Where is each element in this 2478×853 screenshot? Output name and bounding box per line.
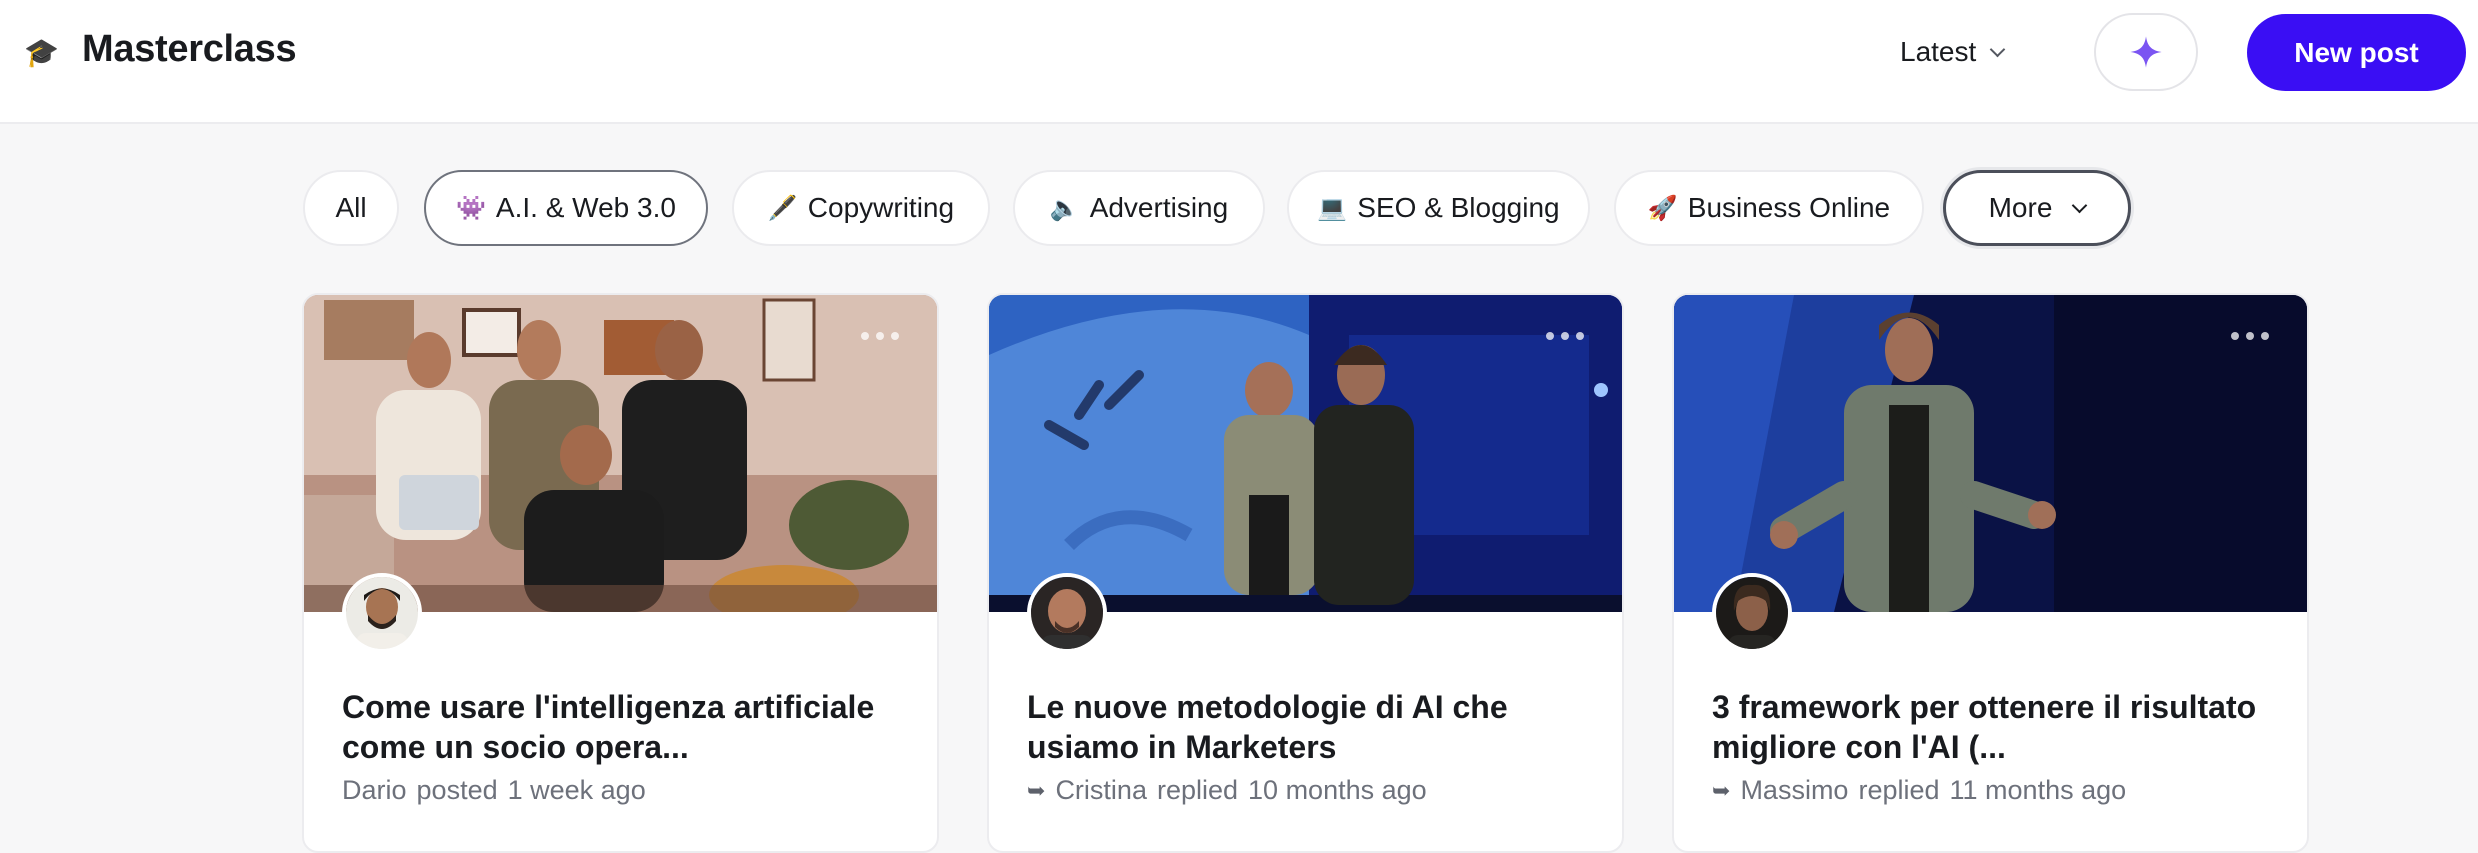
post-action: posted (416, 775, 498, 805)
post-card[interactable]: 3 framework per ottenere il risultato mi… (1672, 293, 2309, 853)
post-cover-image (1674, 295, 2307, 612)
post-author[interactable]: Dario (342, 775, 407, 806)
chip-label: All (335, 192, 367, 223)
post-time: 10 months ago (1248, 775, 1427, 805)
filter-chip-business-online[interactable]: 🚀 Business Online (1614, 170, 1924, 246)
speaker-icon: 🔈 (1049, 194, 1080, 222)
author-avatar[interactable] (342, 573, 422, 653)
post-time: 1 week ago (507, 775, 646, 805)
filter-chip-seo-blogging[interactable]: 💻 SEO & Blogging (1287, 170, 1590, 246)
reply-arrow-icon: ➥ (1712, 777, 1731, 803)
reply-arrow-icon: ➥ (1027, 777, 1046, 803)
chip-label: SEO & Blogging (1357, 192, 1560, 223)
post-title[interactable]: Come usare l'intelligenza artificiale co… (342, 687, 902, 767)
post-cover-image (989, 295, 1622, 612)
post-action: replied (1156, 775, 1239, 805)
post-title[interactable]: 3 framework per ottenere il risultato mi… (1712, 687, 2272, 767)
post-meta: Dario posted 1 week ago (342, 775, 646, 806)
post-title[interactable]: Le nuove metodologie di AI che usiamo in… (1027, 687, 1587, 767)
post-author[interactable]: Massimo (1740, 775, 1848, 806)
laptop-icon: 💻 (1317, 194, 1348, 222)
filter-more-dropdown[interactable]: More (1943, 170, 2131, 246)
chip-label: Advertising (1089, 192, 1229, 223)
chip-label: Business Online (1687, 192, 1891, 223)
post-meta: ➥ Cristina replied 10 months ago (1027, 775, 1427, 806)
post-time: 11 months ago (1949, 775, 2127, 805)
post-options-menu[interactable] (861, 329, 911, 343)
post-author[interactable]: Cristina (1055, 775, 1147, 806)
author-avatar[interactable] (1712, 573, 1792, 653)
pen-icon: 🖋️ (767, 194, 798, 222)
post-options-menu[interactable] (2231, 329, 2281, 343)
filter-chip-ai-web3[interactable]: 👾 A.I. & Web 3.0 (424, 170, 708, 246)
rocket-icon: 🚀 (1647, 194, 1678, 222)
post-meta: ➥ Massimo replied 11 months ago (1712, 775, 2126, 806)
chip-label: More (1988, 192, 2053, 223)
new-post-button[interactable]: New post (2247, 14, 2466, 91)
ai-assistant-button[interactable] (2094, 13, 2198, 91)
community-title[interactable]: Masterclass (82, 28, 297, 71)
chevron-down-icon (2072, 197, 2088, 213)
sort-dropdown-label: Latest (1900, 36, 1977, 67)
chevron-down-icon (1990, 41, 2006, 57)
graduation-cap-icon: 🎓 (24, 37, 59, 68)
filter-chip-all[interactable]: All (303, 170, 399, 246)
chip-label: Copywriting (807, 192, 955, 223)
top-bar: 🎓 Masterclass Latest New post (0, 0, 2478, 124)
alien-monster-icon: 👾 (456, 194, 486, 222)
post-card[interactable]: Come usare l'intelligenza artificiale co… (302, 293, 939, 853)
post-card[interactable]: Le nuove metodologie di AI che usiamo in… (987, 293, 1624, 853)
post-action: replied (1858, 775, 1940, 805)
filter-chip-advertising[interactable]: 🔈 Advertising (1013, 170, 1265, 246)
post-cover-image (304, 295, 937, 612)
post-options-menu[interactable] (1546, 329, 1596, 343)
filter-chip-copywriting[interactable]: 🖋️ Copywriting (732, 170, 990, 246)
author-avatar[interactable] (1027, 573, 1107, 653)
chip-label: A.I. & Web 3.0 (495, 192, 676, 223)
sparkle-icon (2130, 36, 2162, 68)
sort-dropdown[interactable]: Latest (1900, 30, 2006, 74)
